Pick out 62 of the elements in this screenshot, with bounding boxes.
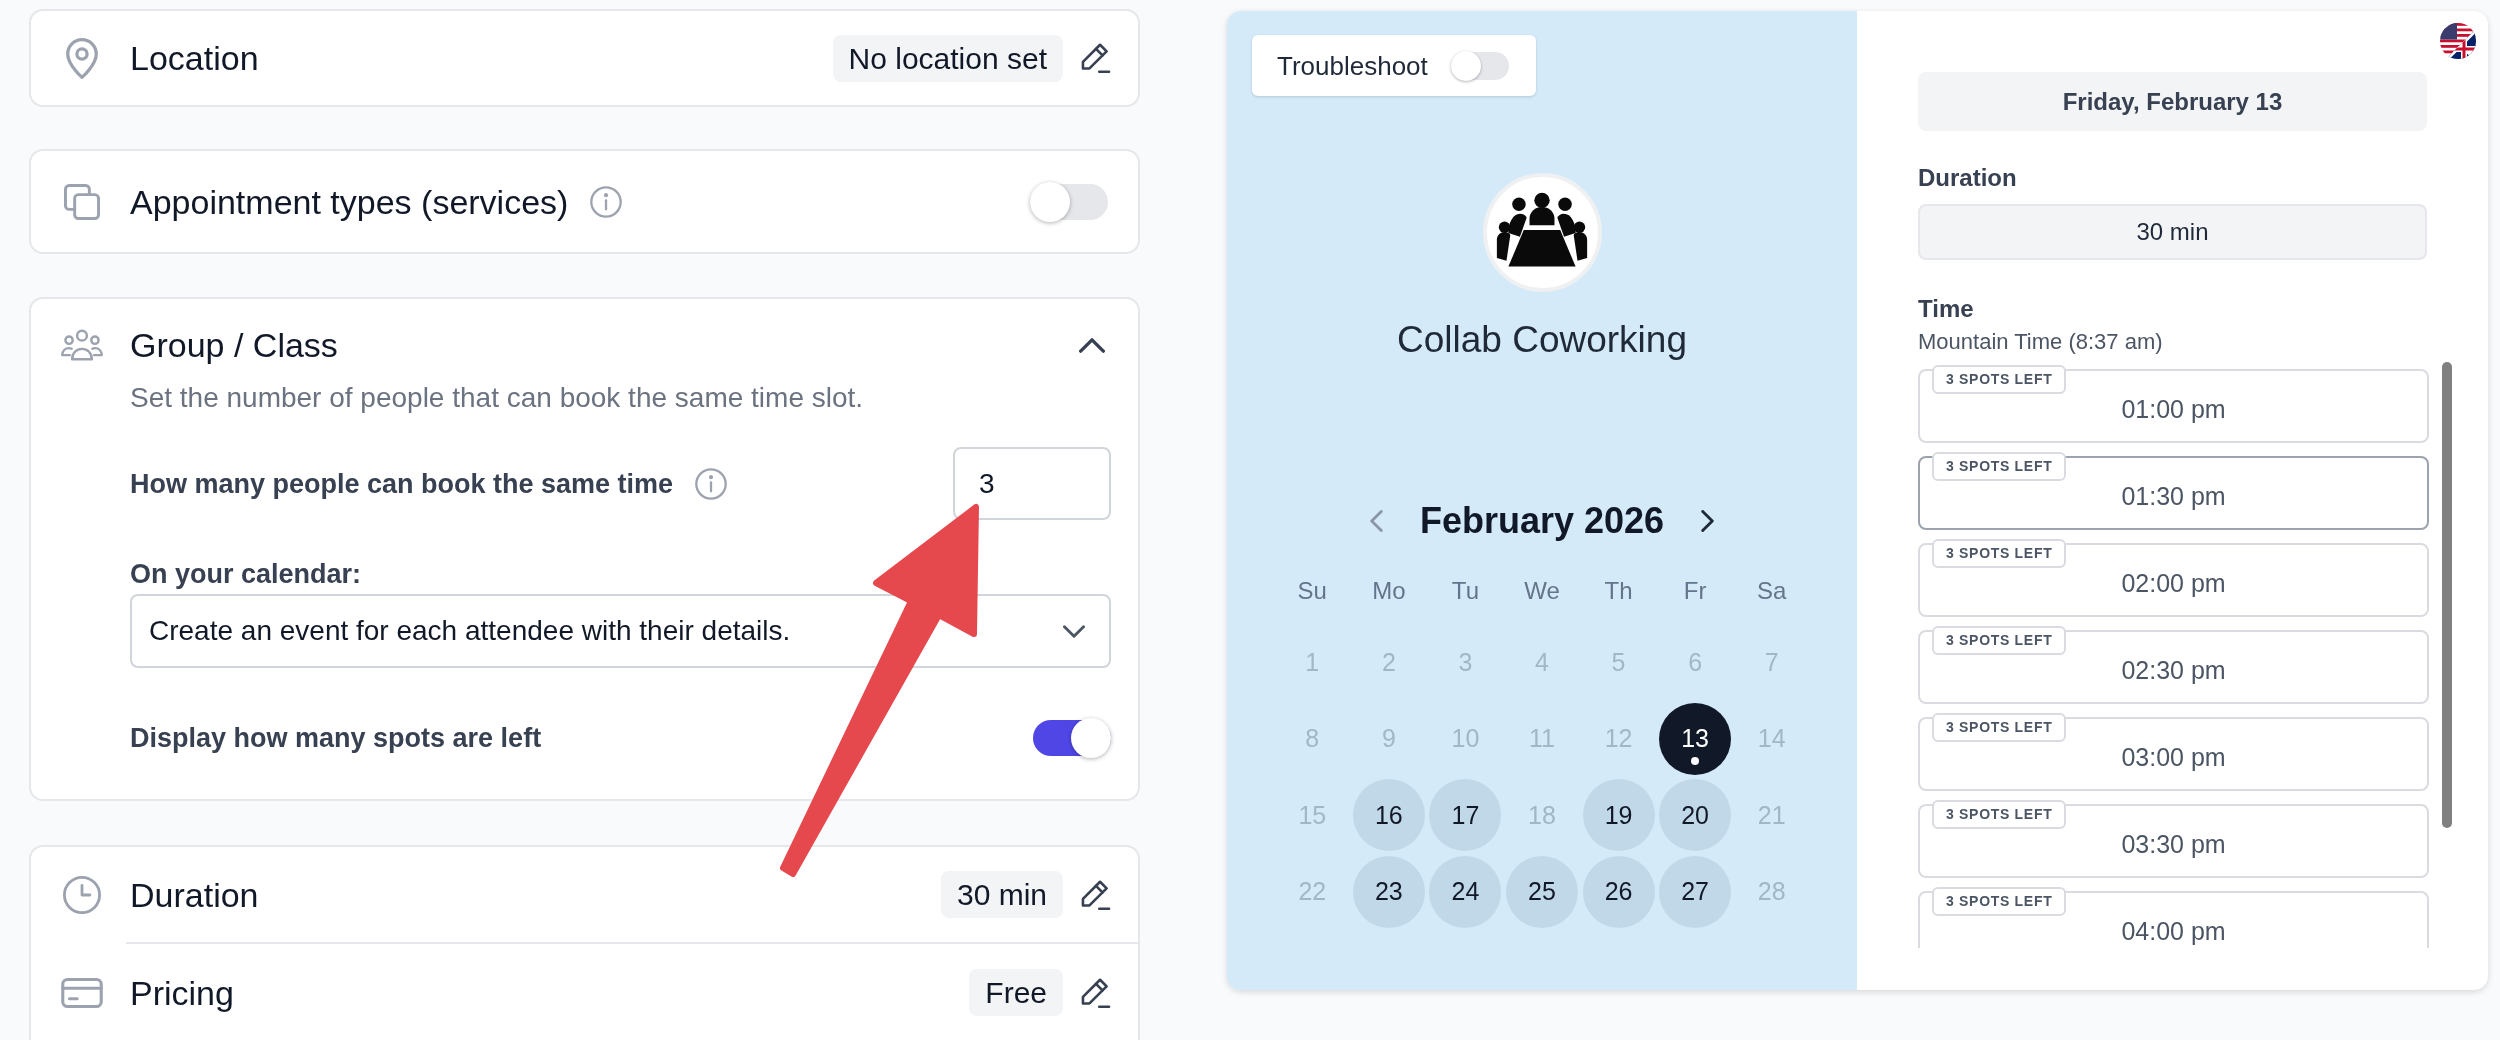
- month-title: February 2026: [1419, 499, 1665, 543]
- duration-option[interactable]: 30 min: [1918, 204, 2427, 260]
- timezone-label: Mountain Time (8:37 am): [1918, 328, 2163, 356]
- flag-icon[interactable]: [2440, 23, 2476, 59]
- time-label: Time: [1918, 294, 1974, 324]
- weekday-label: Su: [1297, 576, 1327, 606]
- duration-value: 30 min: [940, 871, 1063, 918]
- copy-icon: [64, 183, 100, 220]
- chevron-right-icon[interactable]: [1701, 510, 1715, 532]
- calendar-day[interactable]: 26: [1582, 855, 1655, 928]
- spots-left-tag: 3 SPOTS LEFT: [1932, 713, 2067, 742]
- duration-label: Duration: [130, 874, 259, 915]
- scrollbar-thumb[interactable]: [2442, 362, 2452, 828]
- capacity-label: How many people can book the same time: [130, 467, 674, 501]
- weekday-label: Sa: [1757, 576, 1787, 606]
- appointment-types-label: Appointment types (services): [130, 181, 569, 222]
- selected-date-header: Friday, February 13: [1918, 72, 2427, 131]
- duration-label: Duration: [1918, 163, 2017, 193]
- business-name: Collab Coworking: [1397, 318, 1687, 362]
- group-class-title: Group / Class: [130, 325, 338, 365]
- credit-card-icon: [61, 977, 103, 1008]
- pricing-value: Free: [969, 969, 1063, 1016]
- edit-icon[interactable]: [1081, 977, 1111, 1008]
- weekday-label: Th: [1604, 576, 1633, 606]
- location-value: No location set: [832, 34, 1063, 82]
- spots-left-tag: 3 SPOTS LEFT: [1932, 626, 2067, 655]
- pricing-label: Pricing: [130, 972, 234, 1013]
- calendar-day[interactable]: 20: [1659, 779, 1732, 852]
- spots-left-tag: 3 SPOTS LEFT: [1932, 800, 2067, 829]
- clock-icon: [63, 875, 101, 914]
- users-icon: [61, 329, 103, 361]
- calendar-day[interactable]: 23: [1352, 855, 1425, 928]
- calendar-day[interactable]: 13: [1659, 702, 1732, 775]
- chevron-up-icon[interactable]: [1079, 337, 1105, 353]
- toggle-switch[interactable]: [1033, 718, 1111, 758]
- spots-left-label: Display how many spots are left: [130, 722, 542, 755]
- calendar-day[interactable]: 17: [1429, 779, 1502, 852]
- weekday-label: We: [1524, 576, 1560, 606]
- group-class-description: Set the number of people that can book the same time slot.: [130, 381, 865, 415]
- toggle-switch[interactable]: [1030, 181, 1108, 222]
- weekday-label: Tu: [1451, 576, 1479, 606]
- spots-left-tag: 3 SPOTS LEFT: [1932, 887, 2067, 916]
- troubleshoot-label: Troubleshoot: [1277, 49, 1428, 82]
- calendar-day[interactable]: 16: [1352, 779, 1425, 852]
- spots-left-tag: 3 SPOTS LEFT: [1932, 539, 2067, 568]
- edit-icon[interactable]: [1081, 43, 1111, 73]
- weekday-label: Mo: [1372, 576, 1406, 606]
- spots-left-tag: 3 SPOTS LEFT: [1932, 452, 2067, 481]
- weekday-label: Fr: [1683, 576, 1707, 606]
- calendar-day[interactable]: 25: [1506, 855, 1578, 928]
- edit-icon[interactable]: [1081, 879, 1111, 910]
- location-label: Location: [130, 38, 259, 78]
- toggle-switch[interactable]: [1451, 50, 1509, 81]
- calendar-day[interactable]: 19: [1582, 779, 1655, 852]
- calendar-day[interactable]: 24: [1429, 855, 1502, 928]
- calendar-option-dropdown[interactable]: Create an event for each attendee with their details.: [130, 594, 1111, 668]
- calendar-option-label: On your calendar:: [130, 558, 362, 591]
- spots-left-tag: 3 SPOTS LEFT: [1932, 365, 2067, 394]
- location-pin-icon: [66, 37, 98, 79]
- chevron-down-icon: [1063, 624, 1085, 638]
- capacity-input[interactable]: 3: [953, 447, 1111, 520]
- calendar-day[interactable]: 27: [1659, 855, 1732, 928]
